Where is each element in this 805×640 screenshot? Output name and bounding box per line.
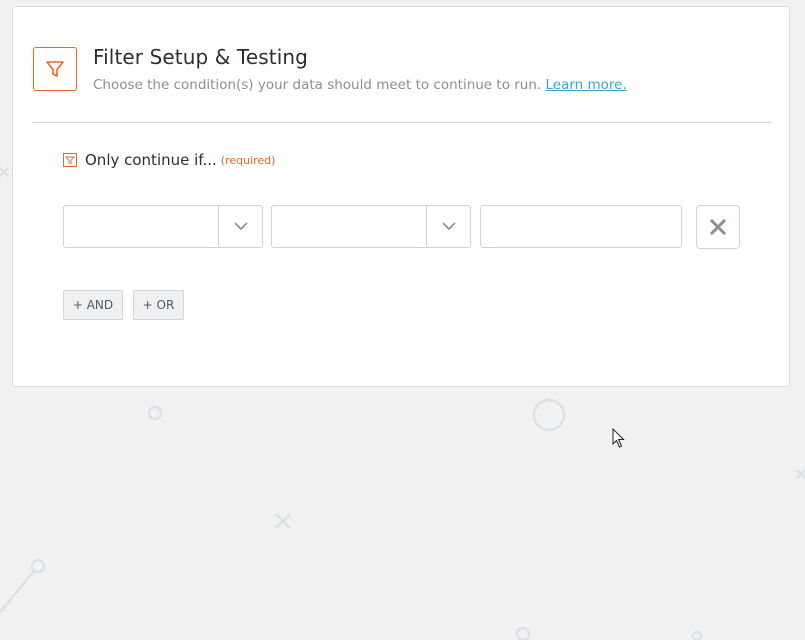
- page-subtitle: Choose the condition(s) your data should…: [93, 77, 627, 93]
- subtitle-text: Choose the condition(s) your data should…: [93, 77, 542, 93]
- learn-more-link[interactable]: Learn more.: [546, 77, 627, 93]
- page-title: Filter Setup & Testing: [93, 45, 308, 69]
- filter-icon: [63, 153, 77, 167]
- value-input[interactable]: [480, 205, 682, 248]
- chevron-down-icon[interactable]: [218, 206, 262, 246]
- chevron-down-icon[interactable]: [426, 206, 470, 246]
- condition-label: Only continue if...: [85, 151, 217, 169]
- condition-heading: Only continue if... (required): [63, 151, 275, 169]
- close-icon: [710, 219, 726, 235]
- divider: [33, 122, 771, 123]
- add-or-button[interactable]: + OR: [133, 290, 184, 320]
- field-select[interactable]: [63, 205, 263, 248]
- filter-setup-card: Filter Setup & Testing Choose the condit…: [12, 6, 790, 387]
- filter-icon: [33, 47, 77, 91]
- remove-condition-button[interactable]: [696, 205, 740, 249]
- required-badge: (required): [220, 153, 276, 167]
- add-and-button[interactable]: + AND: [63, 290, 123, 320]
- mouse-cursor-icon: [612, 428, 625, 448]
- operator-select[interactable]: [271, 205, 471, 248]
